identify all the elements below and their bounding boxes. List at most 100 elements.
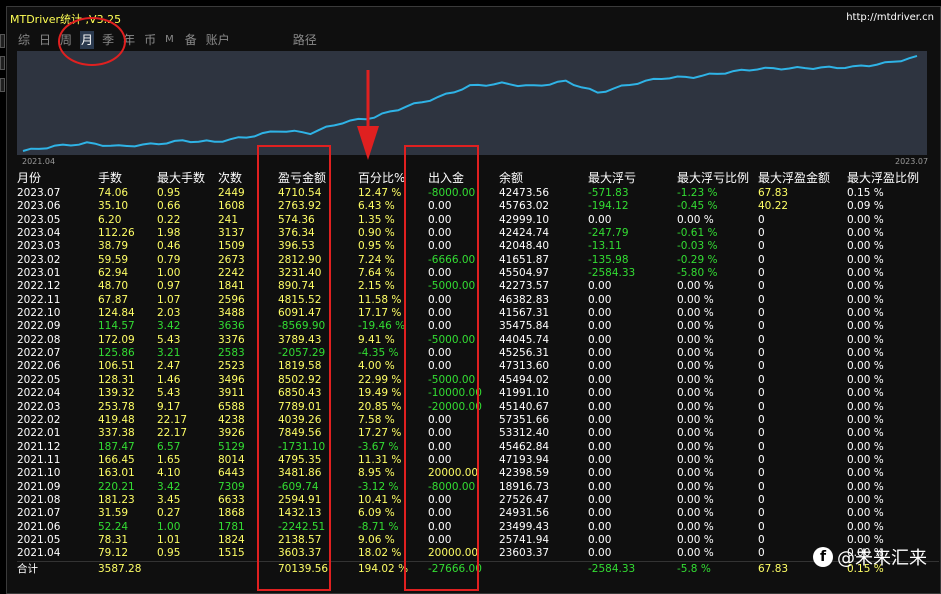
table-cell: 0 [758, 413, 765, 426]
table-cell: 17.17 % [358, 307, 402, 320]
tab-10[interactable]: 路径 [292, 31, 318, 49]
table-cell: 0 [758, 293, 765, 306]
table-cell: 0.00 [588, 387, 612, 400]
table-cell: 4.00 % [358, 360, 395, 373]
table-cell: 0.00 % [677, 333, 714, 346]
table-cell: 23603.37 [499, 547, 550, 560]
table-cell: 2449 [218, 187, 245, 199]
tab-1[interactable]: 日 [38, 31, 52, 49]
table-cell: 2023.02 [17, 253, 61, 266]
table-cell: 24931.56 [499, 507, 550, 520]
table-cell: 2022.04 [17, 387, 61, 400]
table-cell: 17.27 % [358, 427, 402, 440]
table-cell: 0.97 [157, 280, 181, 293]
column-header[interactable]: 最大手数 [157, 169, 205, 187]
table-cell: 0.00 [588, 520, 612, 533]
table-cell: 4.10 [157, 467, 181, 480]
table-cell: 0.00 % [847, 440, 884, 453]
chart-start-label: 2021.04 [22, 157, 56, 166]
table-cell: 0.00 [588, 427, 612, 440]
column-header[interactable]: 最大浮盈金额 [758, 169, 830, 187]
table-cell: 9.06 % [358, 533, 395, 546]
table-cell: 0.00 % [847, 320, 884, 333]
table-cell: 0.00 % [677, 520, 714, 533]
table-cell: 67.83 [758, 187, 789, 199]
table-cell: 3376 [218, 333, 245, 346]
table-cell: 0.00 [588, 453, 612, 466]
column-header[interactable]: 手数 [98, 169, 122, 187]
table-cell: 2021.06 [17, 520, 61, 533]
tab-9[interactable]: 账户 [205, 31, 231, 49]
column-header[interactable]: 月份 [17, 169, 41, 187]
table-cell: 57351.66 [499, 413, 550, 426]
table-cell: 0.00 [588, 547, 612, 560]
table-cell: 1824 [218, 533, 245, 546]
table-cell: 2021.09 [17, 480, 61, 493]
table-cell: 0.00 [588, 533, 612, 546]
table-cell: 0 [758, 467, 765, 480]
table-cell: 0.00 % [847, 307, 884, 320]
table-cell: 6.20 [98, 213, 122, 226]
column-header[interactable]: 最大浮亏比例 [677, 169, 749, 187]
table-cell: 0 [758, 347, 765, 360]
table-cell: 0.00 % [677, 400, 714, 413]
site-link[interactable]: http://mtdriver.cn [846, 12, 934, 23]
watermark-text: @未来汇来 [837, 548, 927, 569]
tab-7[interactable]: M [164, 31, 175, 49]
table-cell: 45140.67 [499, 400, 550, 413]
table-cell: 62.94 [98, 267, 129, 280]
table-cell: 18.02 % [358, 547, 402, 560]
table-cell: 2022.01 [17, 427, 61, 440]
tab-8[interactable]: 备 [184, 31, 198, 49]
table-cell: 2021.11 [17, 453, 61, 466]
table-cell: 0.00 % [677, 373, 714, 386]
tab-6[interactable]: 币 [143, 31, 157, 49]
table-cell: 0 [758, 507, 765, 520]
column-header[interactable]: 次数 [218, 169, 242, 187]
table-cell: 0.00 % [847, 267, 884, 280]
table-cell: 27526.47 [499, 493, 550, 506]
table-cell: 2.47 [157, 360, 181, 373]
table-cell: -2584.33 [588, 267, 636, 280]
table-cell: 41651.87 [499, 253, 550, 266]
table-cell: 47313.60 [499, 360, 550, 373]
table-cell: 220.21 [98, 480, 135, 493]
column-header[interactable]: 最大浮亏 [588, 169, 636, 187]
table-cell: -571.83 [588, 187, 629, 199]
table-cell: 1509 [218, 240, 245, 253]
table-cell: 2023.05 [17, 213, 61, 226]
table-cell: 3496 [218, 373, 245, 386]
column-header[interactable]: 余额 [499, 169, 523, 187]
table-cell: 0.00 % [847, 400, 884, 413]
table-cell: 1.65 [157, 453, 181, 466]
equity-chart [17, 51, 927, 155]
table-cell: 6633 [218, 493, 245, 506]
column-header[interactable]: 百分比% [358, 169, 405, 187]
table-cell: 0 [758, 400, 765, 413]
table-cell: 0.00 [588, 467, 612, 480]
table-cell: 74.06 [98, 187, 129, 199]
table-cell: 2022.11 [17, 293, 61, 306]
table-cell: 0.00 % [677, 293, 714, 306]
annotation-circle [58, 17, 126, 66]
table-cell: 1841 [218, 280, 245, 293]
table-cell: 47193.94 [499, 453, 550, 466]
table-cell: 0.00 % [847, 427, 884, 440]
table-cell: 124.84 [98, 307, 135, 320]
table-cell: 0.00 % [847, 520, 884, 533]
tab-0[interactable]: 综 [17, 31, 31, 49]
table-cell: -0.45 % [677, 200, 718, 213]
table-cell: 23499.43 [499, 520, 550, 533]
table-cell: 0.00 % [677, 307, 714, 320]
table-cell: 1.01 [157, 533, 181, 546]
table-cell: 187.47 [98, 440, 135, 453]
table-cell: 0 [758, 333, 765, 346]
table-cell: 22.17 [157, 413, 188, 426]
table-cell: 53312.40 [499, 427, 550, 440]
table-cell: 1.07 [157, 293, 181, 306]
table-cell: 45256.31 [499, 347, 550, 360]
table-cell: 2022.05 [17, 373, 61, 386]
total-cell: -2584.33 [588, 562, 636, 575]
table-cell: 0.00 [588, 413, 612, 426]
column-header[interactable]: 最大浮盈比例 [847, 169, 919, 187]
